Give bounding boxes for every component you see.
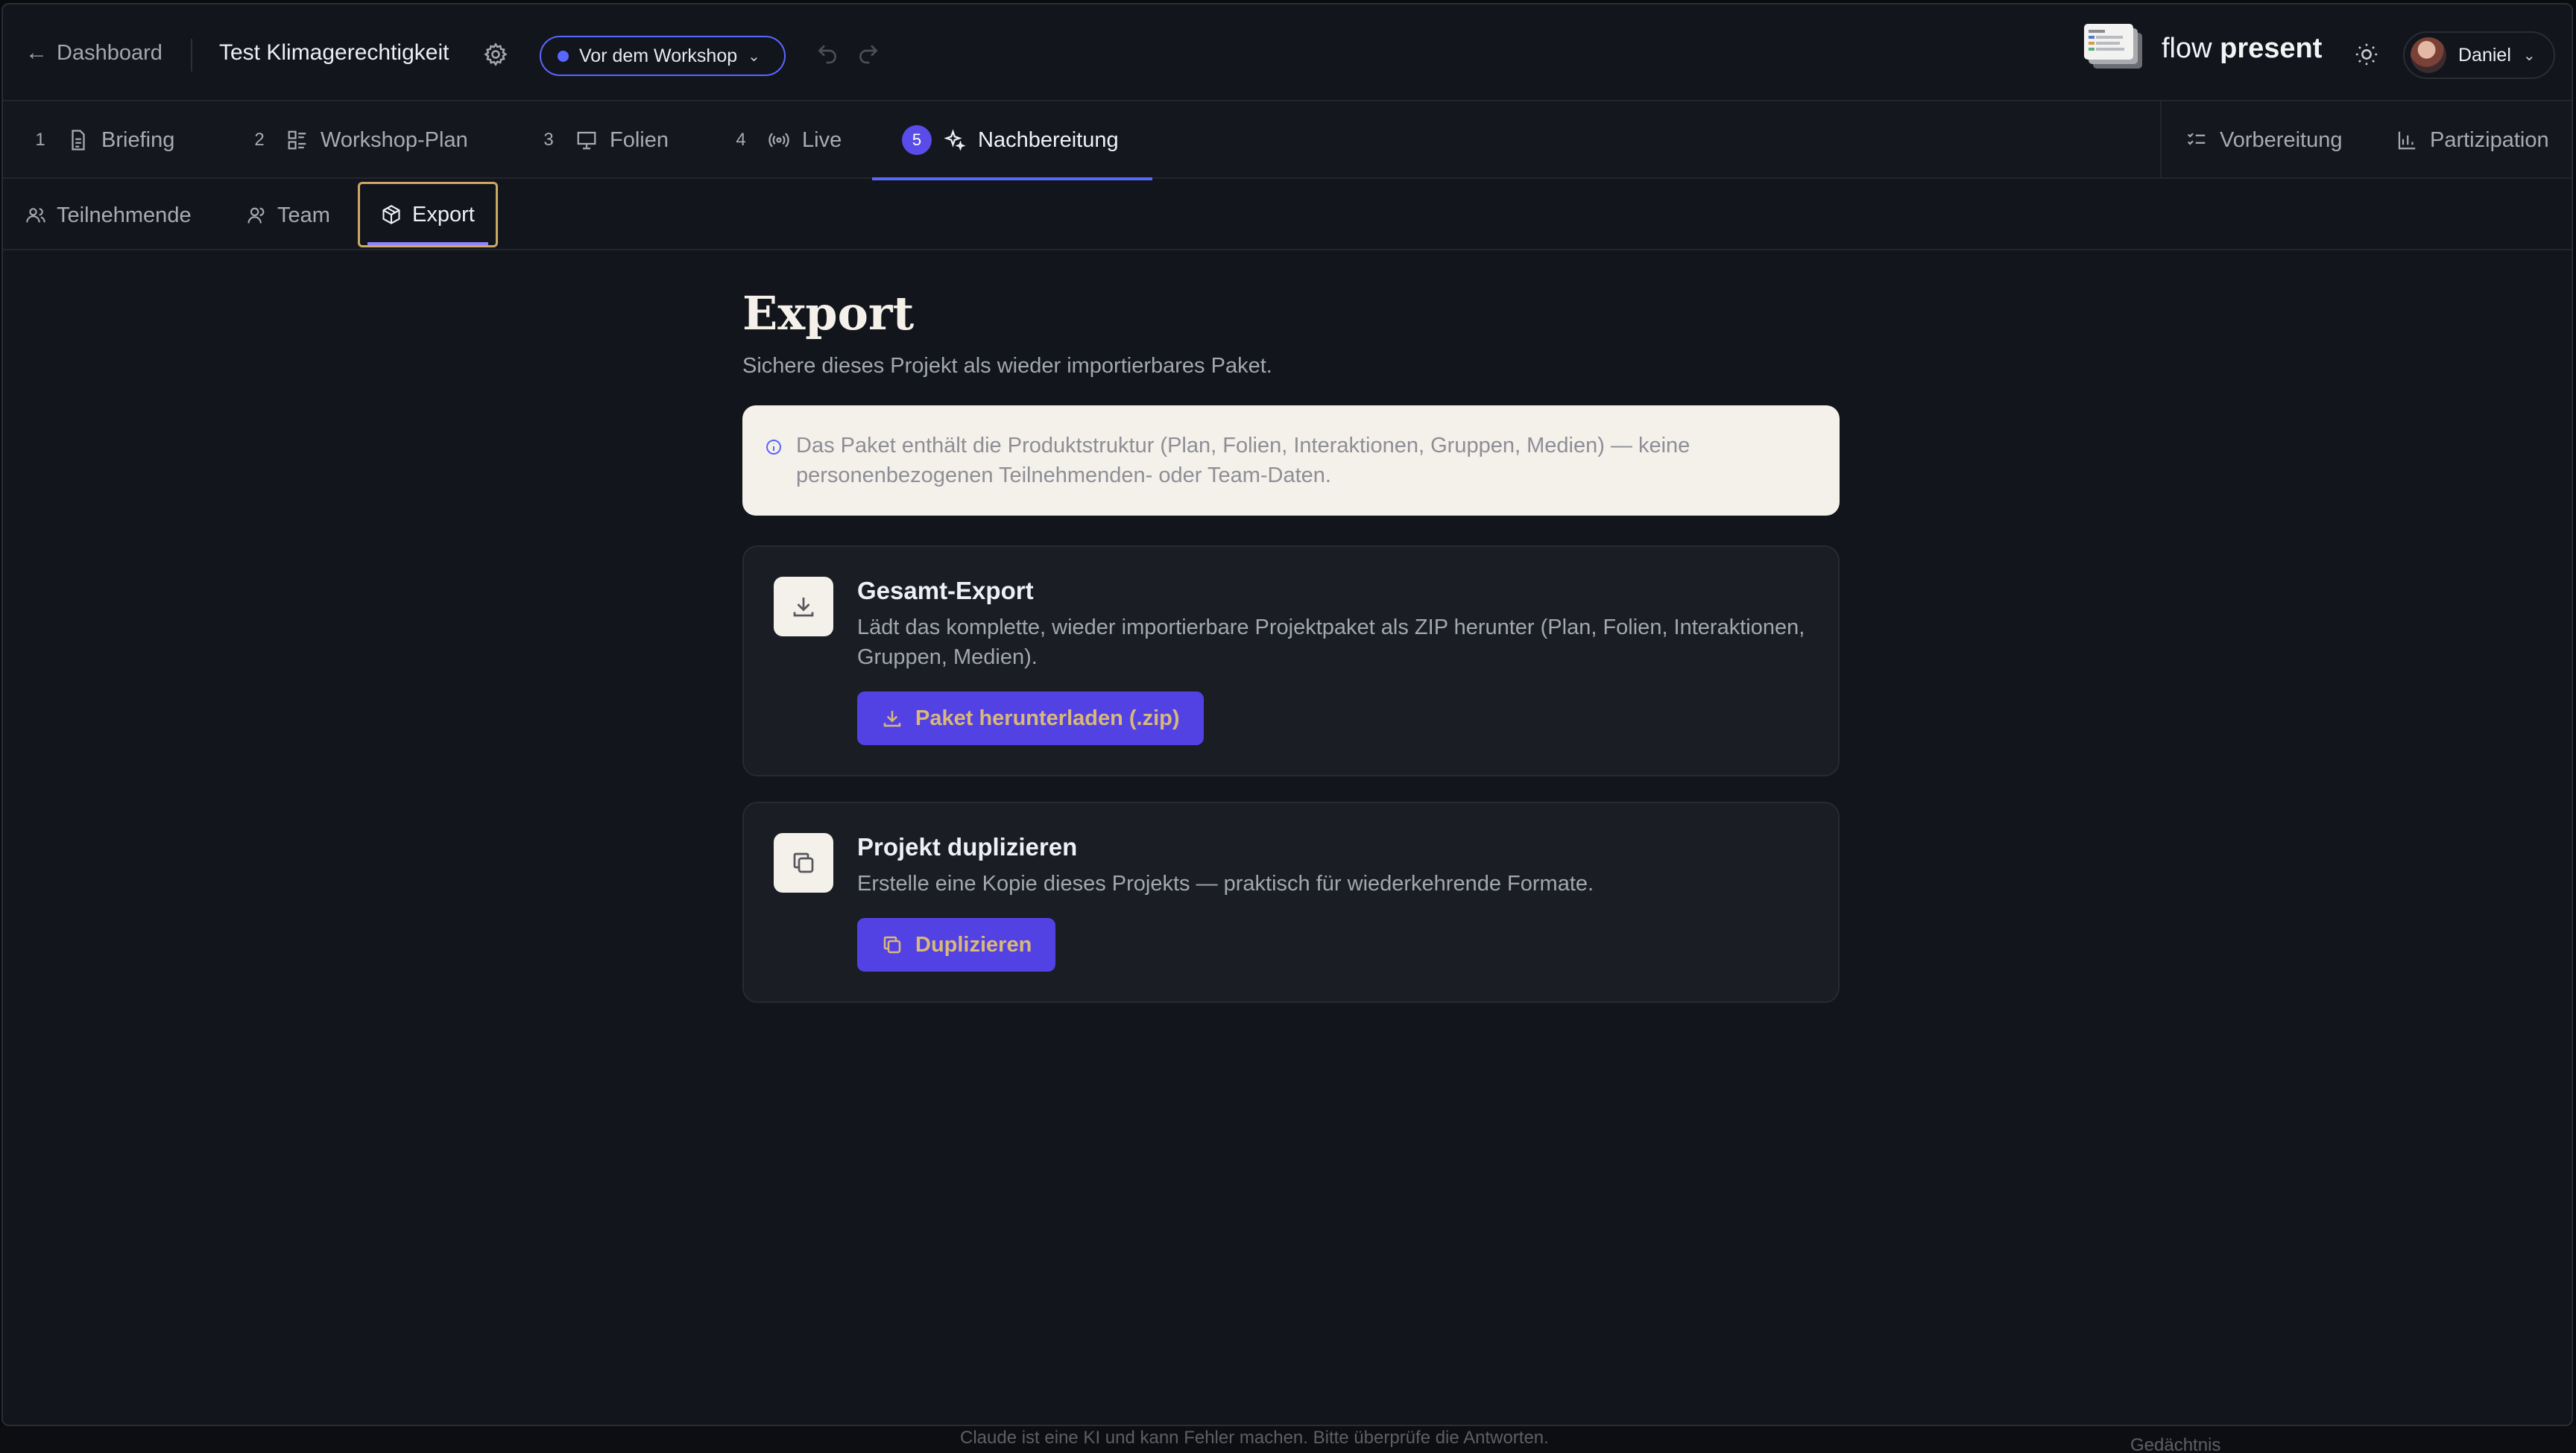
tab-label: Workshop-Plan <box>321 127 468 152</box>
bar-chart-icon <box>2398 131 2416 150</box>
tab-label: Nachbereitung <box>978 127 1119 152</box>
card-description: Erstelle eine Kopie dieses Projekts — pr… <box>857 872 1594 896</box>
copy-icon <box>883 936 901 954</box>
tab-workshop-plan[interactable]: 2 Workshop-Plan <box>244 101 490 179</box>
tab-nachbereitung[interactable]: 5 Nachbereitung <box>872 101 1152 180</box>
tab-number-badge: 5 <box>902 125 932 155</box>
phase-tabs: 1 Briefing 2 Workshop-Plan 3 Folien 4 Li… <box>3 101 2572 180</box>
memory-label: Gedächtnis <box>2130 1435 2221 1453</box>
tab-number: 1 <box>35 130 45 150</box>
brand-logo-icon <box>2084 24 2142 69</box>
copy-icon <box>774 833 833 893</box>
export-page: Export Sichere dieses Projekt als wieder… <box>742 286 1840 1003</box>
avatar <box>2411 37 2446 73</box>
top-bar: ← Dashboard Test Klimagerechtigkeit Vor … <box>3 4 2572 101</box>
broadcast-icon <box>768 133 789 148</box>
page-title: Export <box>742 286 915 341</box>
disclaimer-text: Claude ist eine KI und kann Fehler mache… <box>960 1428 1549 1448</box>
phase-label: Vor dem Workshop <box>579 45 738 66</box>
undo-icon[interactable] <box>815 42 839 66</box>
download-icon <box>883 711 901 727</box>
subtab-label: Teilnehmende <box>57 203 192 227</box>
background-app-strip: Claude ist eine KI und kann Fehler mache… <box>0 1426 2576 1453</box>
phase-select[interactable]: Vor dem Workshop ⌄ <box>540 36 786 76</box>
project-title: Test Klimagerechtigkeit <box>219 40 449 65</box>
status-dot <box>558 50 569 62</box>
sun-icon[interactable] <box>2354 42 2379 67</box>
user-name: Daniel <box>2458 44 2511 66</box>
duplicate-card: Projekt duplizieren Erstelle eine Kopie … <box>742 802 1840 1003</box>
tab-number: 2 <box>254 130 265 150</box>
user-menu[interactable]: Daniel ⌄ <box>2403 31 2555 79</box>
brand-name-bold: present <box>2220 32 2323 64</box>
tab-label: Briefing <box>101 127 175 152</box>
tab-partizipation[interactable]: Partizipation <box>2396 101 2572 179</box>
back-to-dashboard-link[interactable]: ← Dashboard <box>25 40 162 66</box>
tab-live[interactable]: 4 Live <box>726 101 860 179</box>
tab-team[interactable]: Team <box>246 180 330 250</box>
sparkles-icon <box>944 129 966 151</box>
tab-folien[interactable]: 3 Folien <box>534 101 683 179</box>
users-icon <box>26 208 45 223</box>
chevron-down-icon: ⌄ <box>748 48 760 65</box>
duplicate-button[interactable]: Duplizieren <box>857 918 1056 972</box>
document-icon <box>72 130 85 151</box>
export-card: Gesamt-Export Lädt das komplette, wieder… <box>742 545 1840 776</box>
package-icon <box>382 205 400 224</box>
arrow-left-icon: ← <box>25 40 48 65</box>
list-icon <box>288 130 306 150</box>
checklist-icon <box>2187 133 2206 145</box>
tab-number: 3 <box>543 130 554 150</box>
button-label: Duplizieren <box>915 932 1032 957</box>
tab-label: Vorbereitung <box>2220 127 2343 152</box>
download-icon <box>774 577 833 636</box>
tab-export[interactable]: Export <box>358 182 498 247</box>
card-title: Gesamt-Export <box>857 577 1034 604</box>
page-subtitle: Sichere dieses Projekt als wieder import… <box>742 354 1272 378</box>
subtab-label: Export <box>412 202 475 227</box>
brand: flow present <box>2083 24 2322 73</box>
divider <box>191 39 192 72</box>
info-box: Das Paket enthält die Produktstruktur (P… <box>742 405 1840 516</box>
tab-number: 4 <box>736 130 746 150</box>
card-title: Projekt duplizieren <box>857 833 1078 861</box>
tab-label: Folien <box>610 127 669 152</box>
tab-vorbereitung[interactable]: Vorbereitung <box>2185 101 2357 179</box>
tab-label: Live <box>802 127 842 152</box>
button-label: Paket herunterladen (.zip) <box>915 706 1180 730</box>
app-window: ← Dashboard Test Klimagerechtigkeit Vor … <box>1 3 2573 1426</box>
chevron-down-icon: ⌄ <box>2522 47 2536 64</box>
download-package-button[interactable]: Paket herunterladen (.zip) <box>857 691 1204 745</box>
section-tabs: Teilnehmende Team Export <box>3 180 2572 250</box>
back-label: Dashboard <box>57 40 162 65</box>
redo-icon[interactable] <box>856 42 880 66</box>
presentation-icon <box>577 131 596 150</box>
info-text: Das Paket enthält die Produktstruktur (P… <box>796 434 1690 487</box>
subtab-label: Team <box>277 203 330 227</box>
divider <box>2160 101 2162 179</box>
tab-briefing[interactable]: 1 Briefing <box>25 101 204 179</box>
tab-teilnehmende[interactable]: Teilnehmende <box>25 180 192 250</box>
card-description: Lädt das komplette, wieder importierbare… <box>857 615 1805 669</box>
gear-icon[interactable] <box>483 42 508 67</box>
brand-name-light: flow <box>2162 32 2220 64</box>
user-icon <box>247 207 265 224</box>
brand-name: flow present <box>2162 33 2322 65</box>
info-icon <box>766 440 781 455</box>
tab-label: Partizipation <box>2430 127 2549 152</box>
